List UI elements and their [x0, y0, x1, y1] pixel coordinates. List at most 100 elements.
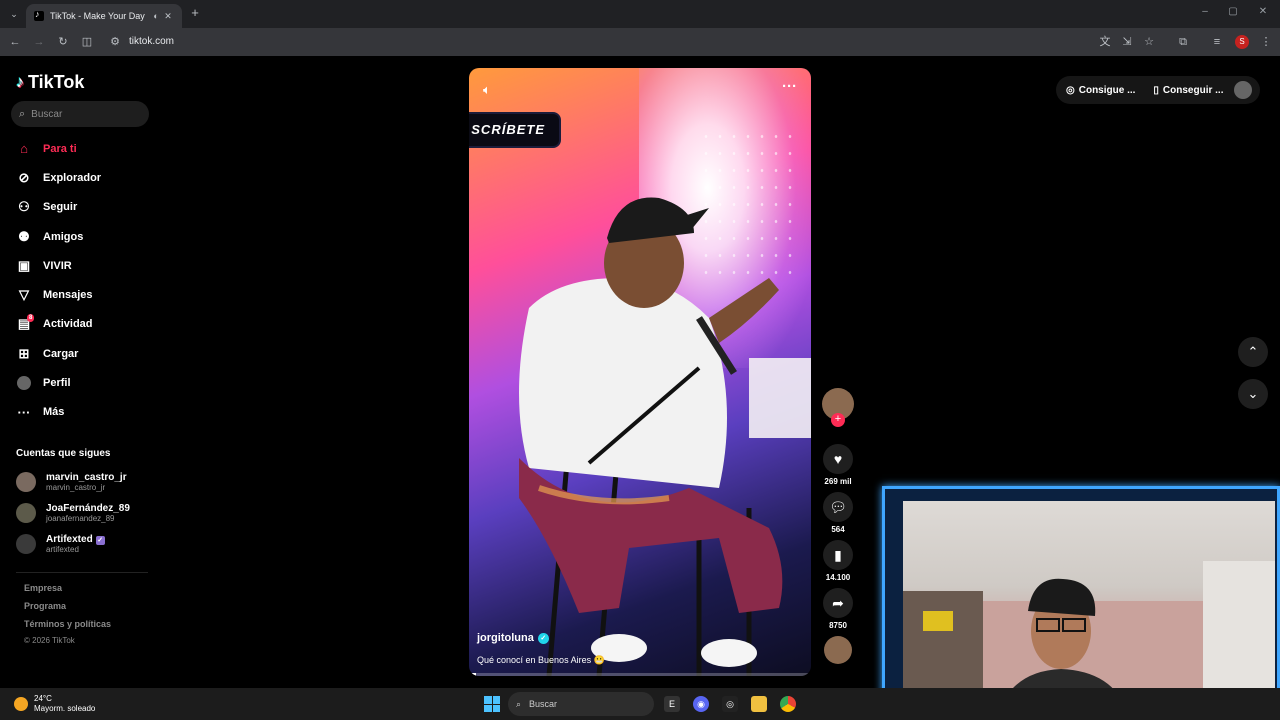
nav-item-explorador[interactable]: ⊘ Explorador — [16, 163, 156, 192]
browser-tab-strip: ⌄ TikTok - Make Your Day ◐ ✕ + – ▢ ✕ — [0, 0, 1280, 28]
close-tab-icon[interactable]: ✕ — [162, 11, 174, 22]
site-info-icon[interactable]: ⚙ — [108, 35, 122, 49]
avatar — [16, 533, 36, 554]
more-options-icon[interactable]: ··· — [782, 78, 797, 95]
volume-icon[interactable]: 🔈︎ — [483, 82, 491, 98]
audio-icon[interactable]: ◐ — [150, 11, 162, 21]
search-bar[interactable]: ⌕ — [11, 101, 149, 127]
nav-item-perfil[interactable]: Perfil — [16, 368, 156, 397]
sound-disc-avatar[interactable] — [824, 636, 852, 664]
get-app-button[interactable]: ▯ Conseguir ... — [1153, 85, 1223, 96]
upload-icon: ⊞ — [18, 345, 30, 361]
compass-icon: ⊘ — [18, 169, 30, 185]
sun-icon — [14, 697, 28, 711]
nav-item-mas[interactable]: ··· Más — [16, 398, 156, 427]
following-account[interactable]: Artifexted ✓ artifexted — [16, 528, 156, 559]
nav-label: Mensajes — [43, 289, 93, 302]
footer-link-programa[interactable]: Programa — [24, 600, 111, 618]
nav-item-mensajes[interactable]: ▽ Mensajes — [16, 280, 156, 309]
next-video-button[interactable]: ⌄ — [1238, 379, 1268, 409]
save-button[interactable]: ▮ — [823, 540, 853, 570]
nav-item-cargar[interactable]: ⊞ Cargar — [16, 339, 156, 368]
tab-title: TikTok - Make Your Day — [50, 11, 145, 21]
profile-icon — [16, 375, 32, 391]
close-window-icon[interactable]: ✕ — [1256, 6, 1270, 17]
following-account[interactable]: JoaFernández_89 joanafernandez_89 — [16, 497, 156, 528]
url-text: tiktok.com — [129, 36, 175, 47]
video-author[interactable]: jorgitoluna ✓ — [477, 632, 549, 644]
new-tab-icon[interactable]: + — [188, 6, 202, 20]
split-view-icon[interactable]: ◫ — [80, 35, 94, 49]
maximize-icon[interactable]: ▢ — [1226, 6, 1240, 17]
coin-icon: ◎ — [1066, 84, 1075, 96]
video-player[interactable]: SCRÍBETE 🔈︎ ··· jorgitoluna ✓ Qué conocí… — [469, 68, 811, 676]
account-name: Artifexted — [46, 533, 93, 545]
windows-taskbar: 24°C Mayorm. soleado ⌕ Buscar E ◉ ◎ — [0, 688, 1280, 720]
chrome-icon[interactable] — [780, 696, 796, 712]
weather-widget[interactable]: 24°C Mayorm. soleado — [14, 694, 95, 714]
avatar — [16, 502, 36, 523]
browser-tab[interactable]: TikTok - Make Your Day ◐ ✕ — [26, 4, 182, 28]
sidebar-nav: ⌂ Para ti ⊘ Explorador ⚇ Seguir ⚉ Amigos… — [16, 134, 156, 427]
extensions-icon[interactable]: ⧉ — [1176, 35, 1190, 49]
browser-profile-avatar[interactable]: S — [1235, 35, 1249, 49]
epic-games-icon[interactable]: E — [664, 696, 680, 712]
search-input[interactable] — [31, 108, 132, 120]
account-handle: joanafernandez_89 — [46, 513, 115, 523]
user-avatar[interactable] — [1234, 81, 1252, 99]
windows-start-icon[interactable] — [484, 696, 500, 712]
chevron-down-icon: ⌄ — [1247, 386, 1259, 401]
webcam-feed — [903, 501, 1275, 713]
comment-button[interactable]: 💬︎ — [823, 492, 853, 522]
video-frame-performer — [519, 197, 811, 676]
minimize-icon[interactable]: – — [1198, 6, 1212, 17]
steam-icon[interactable]: ◎ — [722, 696, 738, 712]
video-progress-bar[interactable] — [469, 673, 811, 676]
nav-item-para-ti[interactable]: ⌂ Para ti — [16, 134, 156, 163]
following-account[interactable]: marvin_castro_jr marvin_castro_jr — [16, 466, 156, 497]
bookmark-star-icon[interactable]: ☆ — [1142, 35, 1156, 49]
get-coins-button[interactable]: ◎ Consigue ... — [1066, 85, 1135, 96]
nav-label: Cargar — [43, 347, 79, 360]
follow-icon: ⚇ — [18, 199, 30, 215]
browser-menu-icon[interactable]: ⋮ — [1259, 35, 1273, 49]
nav-item-amigos[interactable]: ⚉ Amigos — [16, 222, 156, 251]
progress-fill — [469, 673, 476, 676]
author-username: jorgitoluna — [477, 632, 534, 644]
discord-icon[interactable]: ◉ — [693, 696, 709, 712]
follow-plus-icon[interactable]: + — [831, 413, 845, 427]
save-count: 14.100 — [825, 573, 851, 582]
nav-item-vivir[interactable]: ▣ VIVIR — [16, 251, 156, 280]
like-button[interactable]: ♥ — [823, 444, 853, 474]
nav-item-seguir[interactable]: ⚇ Seguir — [16, 193, 156, 222]
forward-icon[interactable]: → — [32, 35, 46, 49]
nav-label: VIVIR — [43, 259, 72, 272]
reload-icon[interactable]: ↻ — [56, 35, 70, 49]
account-name: marvin_castro_jr — [46, 471, 127, 483]
share-button[interactable]: ➦ — [823, 588, 853, 618]
action-column: + ♥ 269 mil 💬︎ 564 ▮ 14.100 ➦ 8750 — [820, 388, 856, 664]
install-icon[interactable]: ⇲ — [1120, 35, 1134, 49]
comment-count: 564 — [831, 525, 845, 534]
taskbar-search[interactable]: ⌕ Buscar — [508, 692, 654, 716]
browser-toolbar: ← → ↻ ◫ ⚙ tiktok.com 文 ⇲ ☆ ⧉ ≡ S ⋮ — [0, 28, 1280, 56]
media-control-icon[interactable]: ≡ — [1210, 35, 1224, 49]
taskbar-search-label: Buscar — [529, 699, 558, 709]
logo-text: TikTok — [28, 72, 85, 92]
phone-icon: ▯ — [1153, 84, 1159, 96]
footer-link-empresa[interactable]: Empresa — [24, 582, 111, 600]
creator-avatar[interactable]: + — [822, 388, 854, 427]
translate-icon[interactable]: 文 — [1098, 35, 1112, 49]
tab-list-icon[interactable]: ⌄ — [6, 6, 22, 22]
footer-link-terminos[interactable]: Términos y políticas — [24, 618, 111, 636]
verified-icon: ✓ — [95, 535, 105, 545]
tiktok-logo[interactable]: ♪ TikTok — [16, 72, 84, 93]
tiktok-logo-icon: ♪ — [16, 73, 24, 91]
nav-item-actividad[interactable]: ▤ 8 Actividad — [16, 310, 156, 339]
file-explorer-icon[interactable] — [751, 696, 767, 712]
previous-video-button[interactable]: ⌃ — [1238, 337, 1268, 367]
live-icon: ▣ — [17, 257, 31, 273]
tiktok-favicon-icon — [34, 9, 44, 21]
back-icon[interactable]: ← — [8, 35, 22, 49]
messages-icon: ▽ — [19, 287, 29, 303]
